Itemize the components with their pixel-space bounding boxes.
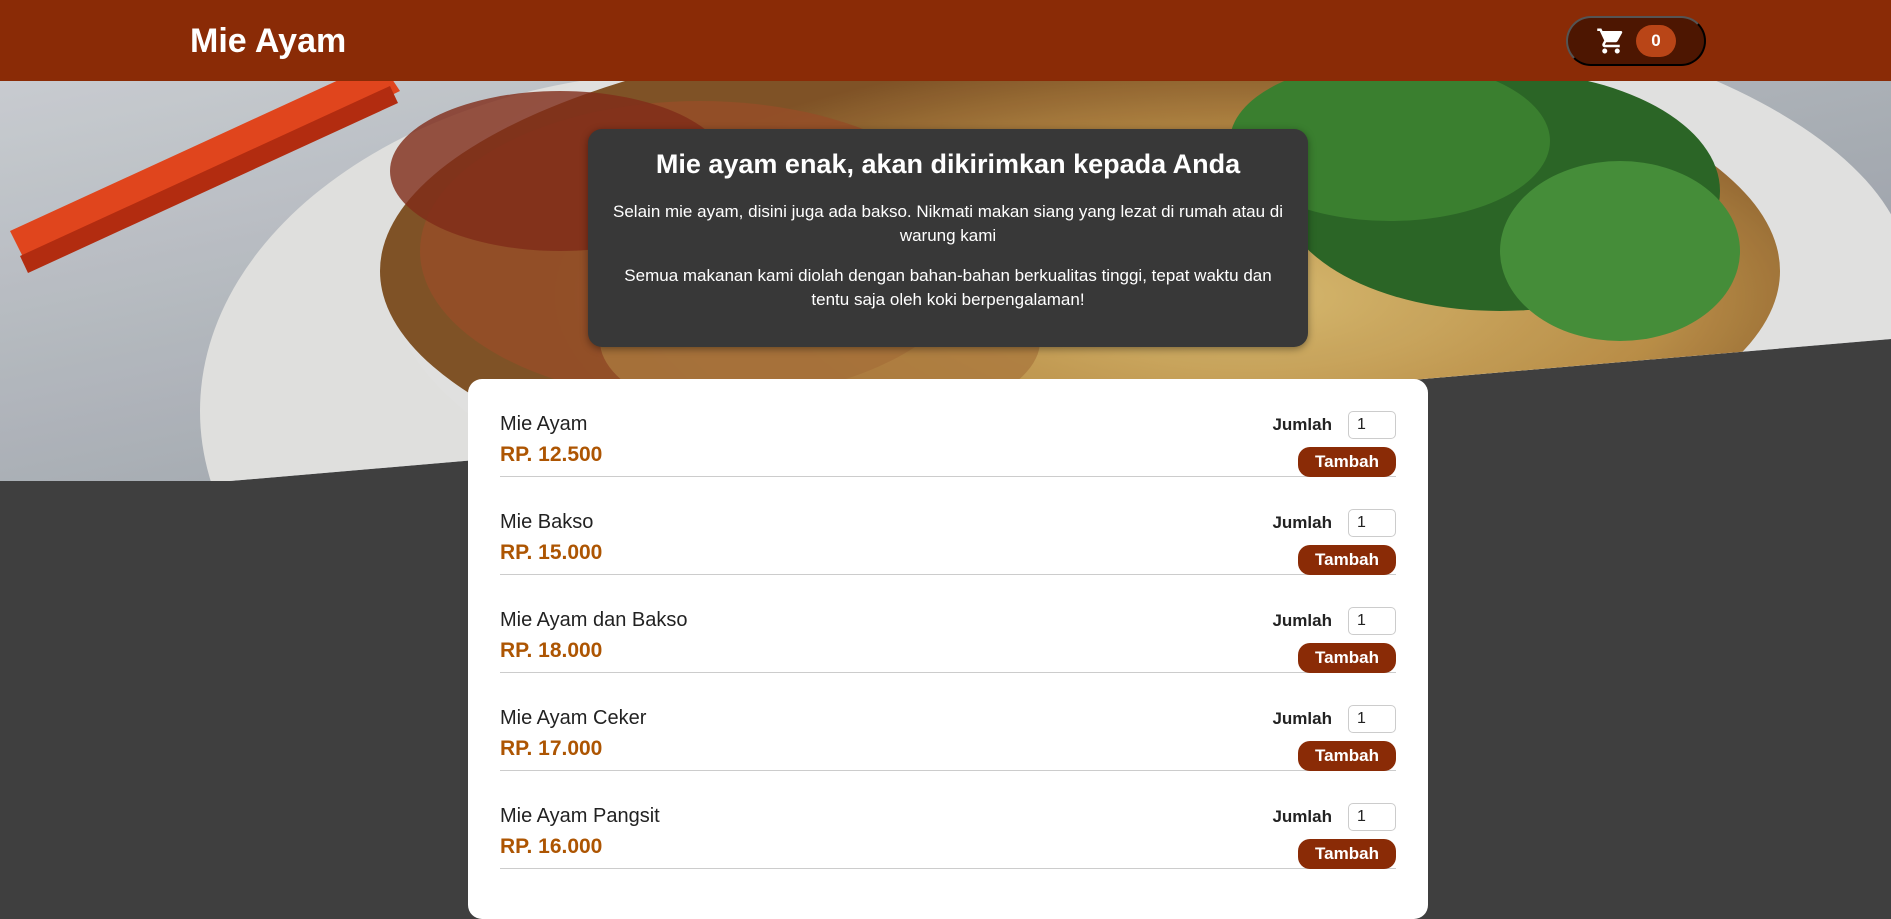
meal-price: RP. 12.500 <box>500 443 603 466</box>
add-button[interactable]: Tambah <box>1298 741 1396 771</box>
meal-price: RP. 17.000 <box>500 737 603 760</box>
meal-item: Mie Ayam RP. 12.500 Jumlah Tambah <box>500 379 1396 477</box>
quantity-label: Jumlah <box>1272 709 1332 728</box>
site-title: Mie Ayam <box>190 22 347 60</box>
quantity-input[interactable] <box>1348 705 1396 733</box>
summary-heading: Mie ayam enak, akan dikirimkan kepada An… <box>655 149 1241 179</box>
cart-icon <box>1596 26 1626 56</box>
meal-item: Mie Bakso RP. 15.000 Jumlah Tambah <box>500 477 1396 575</box>
cart-button[interactable]: 0 <box>1566 16 1706 66</box>
meal-price: RP. 16.000 <box>500 835 603 858</box>
quantity-input[interactable] <box>1348 411 1396 439</box>
meal-item: Mie Ayam dan Bakso RP. 18.000 Jumlah Tam… <box>500 575 1396 673</box>
quantity-input[interactable] <box>1348 803 1396 831</box>
meal-item: Mie Ayam Ceker RP. 17.000 Jumlah Tambah <box>500 673 1396 771</box>
quantity-label: Jumlah <box>1272 807 1332 826</box>
add-button[interactable]: Tambah <box>1298 643 1396 673</box>
add-button[interactable]: Tambah <box>1298 447 1396 477</box>
meal-name: Mie Ayam Ceker <box>500 707 647 729</box>
meal-name: Mie Ayam dan Bakso <box>500 609 688 631</box>
cart-count-badge: 0 <box>1636 25 1676 57</box>
add-button[interactable]: Tambah <box>1298 545 1396 575</box>
summary-paragraph: Semua makanan kami diolah dengan bahan-b… <box>624 266 1272 309</box>
meal-price: RP. 18.000 <box>500 639 603 662</box>
meal-item: Mie Ayam Pangsit RP. 16.000 Jumlah Tamba… <box>500 771 1396 869</box>
quantity-input[interactable] <box>1348 607 1396 635</box>
summary-paragraph: Selain mie ayam, disini juga ada bakso. … <box>613 202 1283 245</box>
meal-name: Mie Ayam <box>500 413 588 435</box>
meal-name: Mie Ayam Pangsit <box>500 805 660 827</box>
summary-box: Mie ayam enak, akan dikirimkan kepada An… <box>588 129 1308 347</box>
meals-list: Mie Ayam RP. 12.500 Jumlah Tambah Mie Ba… <box>468 379 1428 919</box>
quantity-label: Jumlah <box>1272 415 1332 434</box>
add-button[interactable]: Tambah <box>1298 839 1396 869</box>
quantity-label: Jumlah <box>1272 513 1332 532</box>
meal-name: Mie Bakso <box>500 511 594 533</box>
quantity-input[interactable] <box>1348 509 1396 537</box>
top-header: Mie Ayam 0 <box>0 0 1891 81</box>
quantity-label: Jumlah <box>1272 611 1332 630</box>
meal-price: RP. 15.000 <box>500 541 603 564</box>
